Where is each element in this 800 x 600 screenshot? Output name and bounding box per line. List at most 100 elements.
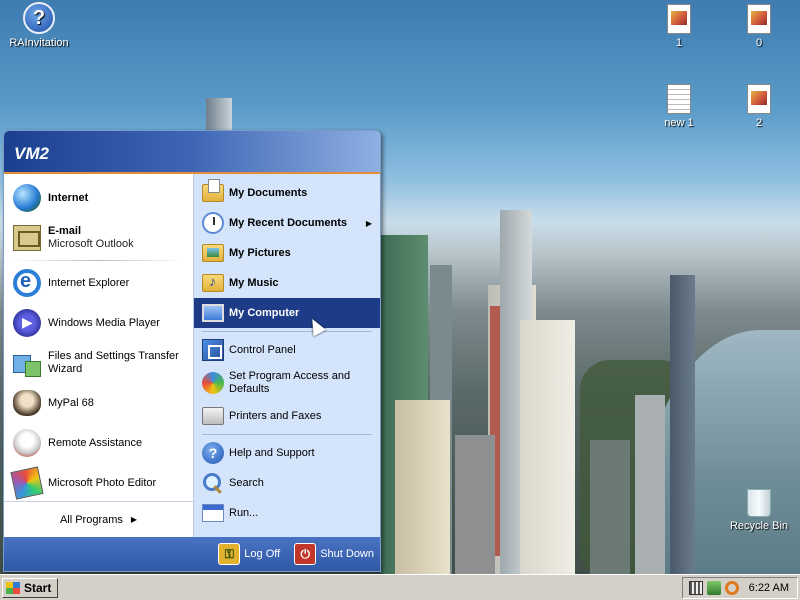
menu-item-photo-editor[interactable]: Microsoft Photo Editor: [4, 463, 193, 503]
menu-item-text: Internet: [48, 192, 88, 205]
separator: [202, 331, 372, 332]
clock[interactable]: 6:22 AM: [749, 582, 789, 594]
help-icon: ?: [201, 441, 225, 465]
my-documents-icon: [201, 179, 225, 205]
menu-item-label: MyPal 68: [48, 396, 94, 409]
text-file-icon: [667, 84, 691, 114]
program-access-icon: [201, 371, 225, 395]
start-label: Start: [24, 580, 52, 595]
menu-item-my-documents[interactable]: My Documents: [194, 178, 380, 208]
menu-item-windows-media-player[interactable]: Windows Media Player: [4, 303, 193, 343]
transfer-wizard-icon: [12, 348, 42, 378]
my-music-icon: [201, 271, 225, 295]
desktop-icon-label: RAInvitation: [9, 37, 69, 49]
user-name: VM2: [14, 144, 49, 163]
desktop-icon-rainvitation[interactable]: ? RAInvitation: [3, 2, 75, 49]
start-menu-right-pane: My Documents My Recent Documents ▶ My Pi…: [194, 174, 380, 537]
menu-item-transfer-wizard[interactable]: Files and Settings Transfer Wizard: [4, 343, 193, 383]
start-menu-header: VM2: [4, 131, 380, 174]
desktop-icon-new-1[interactable]: new 1: [643, 84, 715, 129]
all-programs-button[interactable]: All Programs ▶: [4, 501, 193, 537]
wallpaper-building: [670, 275, 695, 575]
menu-item-mypal[interactable]: MyPal 68: [4, 383, 193, 423]
menu-item-label: Run...: [229, 506, 259, 519]
wallpaper-building: [590, 440, 630, 575]
start-button[interactable]: Start: [2, 577, 59, 598]
shut-down-button[interactable]: ⏻ Shut Down: [294, 543, 374, 565]
menu-item-title: E-mail: [48, 225, 82, 237]
recycle-bin-icon: [747, 489, 771, 517]
wallpaper-tower: [206, 98, 232, 132]
menu-item-label: My Pictures: [229, 246, 291, 259]
menu-item-remote-assistance[interactable]: Remote Assistance: [4, 423, 193, 463]
menu-item-label: Windows Media Player: [48, 316, 160, 329]
menu-item-label: My Recent Documents: [229, 216, 347, 229]
menu-item-label: Microsoft Photo Editor: [48, 476, 157, 489]
desktop-icon-0[interactable]: 0: [723, 4, 795, 49]
log-off-button[interactable]: ⚿ Log Off: [218, 543, 280, 565]
globe-icon: [12, 183, 42, 213]
desktop-icon-label: Recycle Bin: [729, 520, 789, 532]
photo-editor-icon: [10, 466, 44, 500]
menu-item-label: Files and Settings Transfer Wizard: [48, 350, 179, 375]
wallpaper-building: [455, 435, 495, 575]
system-tray: 6:22 AM: [681, 576, 798, 599]
desktop-icon-recycle-bin[interactable]: Recycle Bin: [723, 489, 795, 532]
start-menu-left-pane: Internet E-mail Microsoft Outlook Intern…: [4, 174, 194, 537]
all-programs-label: All Programs: [59, 513, 123, 526]
menu-item-email[interactable]: E-mail Microsoft Outlook: [4, 218, 193, 258]
menu-item-search[interactable]: Search: [194, 468, 380, 498]
menu-item-my-recent-documents[interactable]: My Recent Documents ▶: [194, 208, 380, 238]
desktop-icon-1[interactable]: 1: [643, 4, 715, 49]
menu-item-internet-explorer[interactable]: Internet Explorer: [4, 263, 193, 303]
desktop-icon-label: 0: [755, 37, 763, 49]
image-file-icon: [667, 4, 691, 34]
run-icon: [201, 501, 225, 525]
menu-item-label: Printers and Faxes: [229, 409, 322, 422]
menu-item-label: Set Program Access and Defaults: [229, 370, 351, 395]
key-icon: ⚿: [218, 543, 241, 565]
start-menu-body: Internet E-mail Microsoft Outlook Intern…: [4, 174, 380, 537]
mypal-icon: [12, 388, 42, 418]
wallpaper-building: [635, 395, 665, 575]
menu-item-my-pictures[interactable]: My Pictures: [194, 238, 380, 268]
start-menu-footer: ⚿ Log Off ⏻ Shut Down: [4, 537, 380, 571]
shut-down-label: Shut Down: [320, 548, 374, 560]
menu-item-run[interactable]: Run...: [194, 498, 380, 528]
menu-item-control-panel[interactable]: Control Panel: [194, 335, 380, 365]
network-icon[interactable]: [706, 580, 721, 595]
menu-item-help-and-support[interactable]: ? Help and Support: [194, 438, 380, 468]
menu-item-label: Remote Assistance: [48, 436, 143, 449]
taskbar: Start 6:22 AM: [0, 574, 800, 600]
menu-item-label: Control Panel: [229, 343, 296, 356]
desktop-icon-label: 1: [675, 37, 683, 49]
menu-item-program-access[interactable]: Set Program Access and Defaults: [194, 365, 380, 401]
image-file-icon: [747, 4, 771, 34]
menu-item-printers-and-faxes[interactable]: Printers and Faxes: [194, 401, 380, 431]
menu-item-my-music[interactable]: My Music: [194, 268, 380, 298]
menu-item-internet[interactable]: Internet: [4, 178, 193, 218]
wallpaper-building: [395, 400, 450, 575]
menu-item-label: My Documents: [229, 186, 308, 199]
menu-item-label: Internet Explorer: [48, 276, 130, 289]
desktop-icon-2[interactable]: 2: [723, 84, 795, 129]
internet-explorer-icon: [12, 268, 42, 298]
separator: [12, 260, 185, 261]
windows-flag-icon: [6, 581, 20, 594]
desktop-icon-label: 2: [755, 117, 763, 129]
menu-item-label: My Computer: [229, 306, 300, 319]
separator: [202, 434, 372, 435]
image-file-icon: [747, 84, 771, 114]
remote-assistance-icon: [12, 428, 42, 458]
wallpaper-building: [520, 320, 575, 575]
keyboard-icon[interactable]: [688, 580, 703, 595]
media-player-icon: [12, 308, 42, 338]
menu-item-my-computer[interactable]: My Computer: [194, 298, 380, 328]
menu-item-text: E-mail Microsoft Outlook: [48, 225, 134, 251]
my-pictures-icon: [201, 241, 225, 265]
control-panel-icon: [201, 338, 225, 362]
arrow-right-icon: ▶: [365, 218, 372, 228]
magnifier-icon[interactable]: [724, 580, 739, 595]
log-off-label: Log Off: [244, 548, 281, 560]
mail-icon: [12, 223, 42, 253]
